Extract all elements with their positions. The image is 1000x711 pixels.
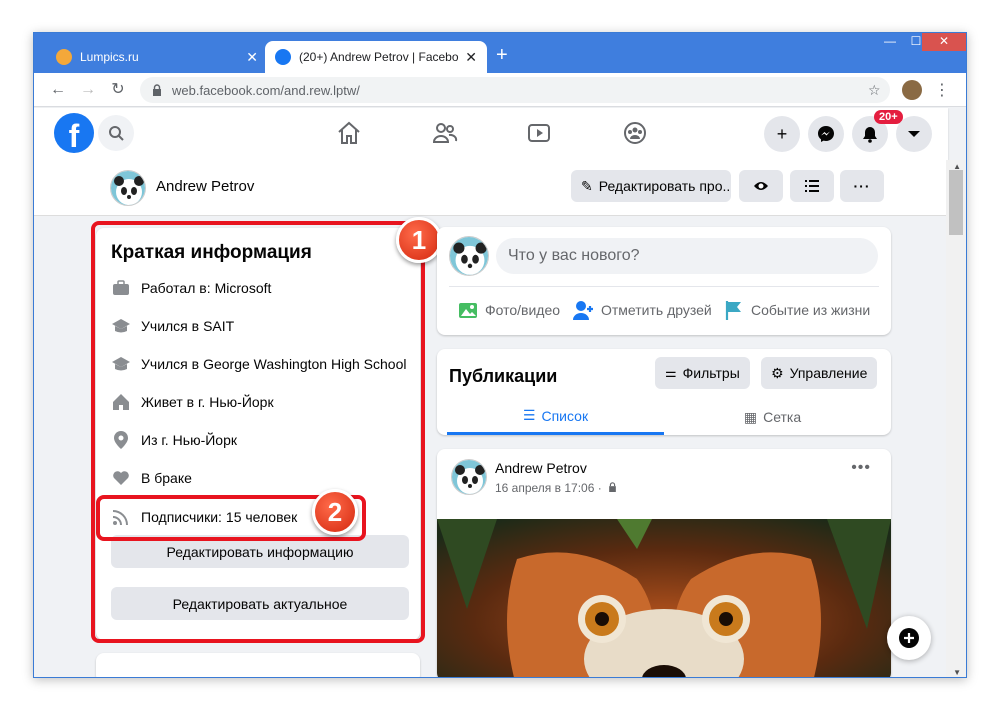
new-message-fab[interactable] [887,616,931,660]
bookmark-star-icon[interactable]: ☆ [868,82,881,99]
activity-log-button[interactable] [790,170,834,202]
publications-title: Публикации [449,366,558,386]
search-button[interactable] [98,115,134,151]
scroll-thumb[interactable] [949,170,963,235]
filters-button[interactable]: ⚌ Фильтры [655,357,750,389]
watch-icon[interactable] [524,118,554,148]
search-icon [109,126,124,141]
forward-arrow-icon[interactable]: → [78,80,98,100]
facebook-favicon-icon [275,49,291,65]
manage-button[interactable]: ⚙ Управление [761,357,878,389]
lock-icon [609,482,616,492]
tab-strip: Lumpics.ru ✕ (20+) Andrew Petrov | Faceb… [34,33,966,73]
life-event-button[interactable]: Событие из жизни [723,295,870,325]
photos-card-partial [96,653,420,677]
bell-icon [863,127,877,143]
home-icon[interactable] [334,118,364,148]
post-image[interactable] [437,519,891,677]
url-text: web.facebook.com/and.rew.lptw/ [172,82,360,98]
tab-close-icon[interactable]: ✕ [246,49,258,66]
post-author[interactable]: Andrew Petrov [495,460,587,476]
account-menu-button[interactable] [896,116,932,152]
avatar[interactable] [451,459,487,495]
filters-label: Фильтры [682,365,740,381]
highlight-box-intro [91,221,425,643]
tab-title: Lumpics.ru [80,50,139,64]
close-window-button[interactable]: ✕ [922,33,966,51]
post-more-icon[interactable]: ••• [851,459,871,477]
browser-profile-avatar[interactable] [902,80,922,100]
publications-card: Публикации ⚌ Фильтры ⚙ Управление ☰ Спис… [437,349,891,435]
view-as-button[interactable] [739,170,783,202]
gear-icon: ⚙ [771,364,784,381]
plus-icon: + [776,123,788,144]
more-options-button[interactable]: ··· [840,170,884,202]
grid-icon: ▦ [743,408,758,425]
new-tab-button[interactable]: + [496,45,508,65]
post-date-text: 16 апреля в 17:06 · [495,481,602,495]
tab-lumpics[interactable]: Lumpics.ru ✕ [46,41,268,73]
notification-badge: 20+ [874,110,903,124]
friends-icon[interactable] [430,118,460,148]
lumpics-favicon-icon [56,49,72,65]
tab-grid[interactable]: ▦ Сетка [664,399,881,435]
browser-toolbar: ← → ↻ web.facebook.com/and.rew.lptw/ ☆ ⋮ [34,73,966,107]
tab-list-label: Список [541,407,589,424]
avatar[interactable] [449,236,489,276]
sliders-icon: ⚌ [665,365,677,380]
more-icon: ··· [853,178,871,194]
lock-icon [153,84,161,96]
panda-avatar-icon [111,171,145,205]
composer-action-label: Событие из жизни [751,302,871,318]
browser-menu-icon[interactable]: ⋮ [934,80,950,100]
facebook-logo[interactable]: f [54,113,94,153]
scroll-down-icon[interactable]: ▼ [953,668,961,677]
red-panda-illustration [437,519,891,677]
photo-video-button[interactable]: Фото/видео [457,295,560,325]
post-composer: Что у вас нового? Фото/видео Отметить др… [437,227,891,335]
panda-avatar-icon [450,237,488,275]
manage-label: Управление [789,365,868,381]
avatar[interactable] [110,170,146,206]
eye-icon [754,182,768,190]
panda-avatar-icon [452,460,486,494]
browser-window: Lumpics.ru ✕ (20+) Andrew Petrov | Faceb… [33,32,967,678]
reload-icon[interactable]: ↻ [108,80,128,100]
create-button[interactable]: + [764,116,800,152]
edit-profile-button[interactable]: ✎ Редактировать про... [571,170,731,202]
post-date[interactable]: 16 апреля в 17:06 · [495,481,617,495]
composer-action-label: Фото/видео [485,302,561,318]
minimize-button[interactable]: — [876,33,904,51]
address-bar[interactable]: web.facebook.com/and.rew.lptw/ [140,77,890,103]
profile-bar: Andrew Petrov ✎ Редактировать про... ··· [34,160,948,216]
groups-icon[interactable] [620,118,650,148]
step-marker-2: 2 [312,489,358,535]
composer-input[interactable]: Что у вас нового? [496,238,878,274]
tab-grid-label: Сетка [763,409,802,425]
composer-action-label: Отметить друзей [601,302,712,318]
photo-icon [457,299,479,321]
facebook-header: f + 20+ [34,108,948,160]
pencil-icon: ✎ [581,177,593,194]
tag-friends-button[interactable]: Отметить друзей [573,295,712,325]
messenger-button[interactable] [808,116,844,152]
back-arrow-icon[interactable]: ← [48,80,68,100]
tab-facebook[interactable]: (20+) Andrew Petrov | Facebook ✕ [265,41,487,73]
composer-divider [449,286,879,287]
post-card: Andrew Petrov 16 апреля в 17:06 · ••• [437,449,891,677]
tab-list[interactable]: ☰ Список [447,399,664,435]
messenger-icon [818,126,834,142]
caret-down-icon [908,131,920,137]
list-icon [805,180,819,192]
tab-close-icon[interactable]: ✕ [465,49,477,66]
edit-profile-label: Редактировать про... [598,178,731,194]
step-marker-1: 1 [396,217,442,263]
compose-plus-icon [899,628,919,648]
page-scrollbar[interactable]: ▲ ▼ [946,160,966,677]
flag-icon [723,299,745,321]
list-icon: ☰ [522,407,536,423]
tag-friends-icon [573,299,595,321]
tab-title: (20+) Andrew Petrov | Facebook [299,50,460,64]
profile-name[interactable]: Andrew Petrov [156,178,254,195]
